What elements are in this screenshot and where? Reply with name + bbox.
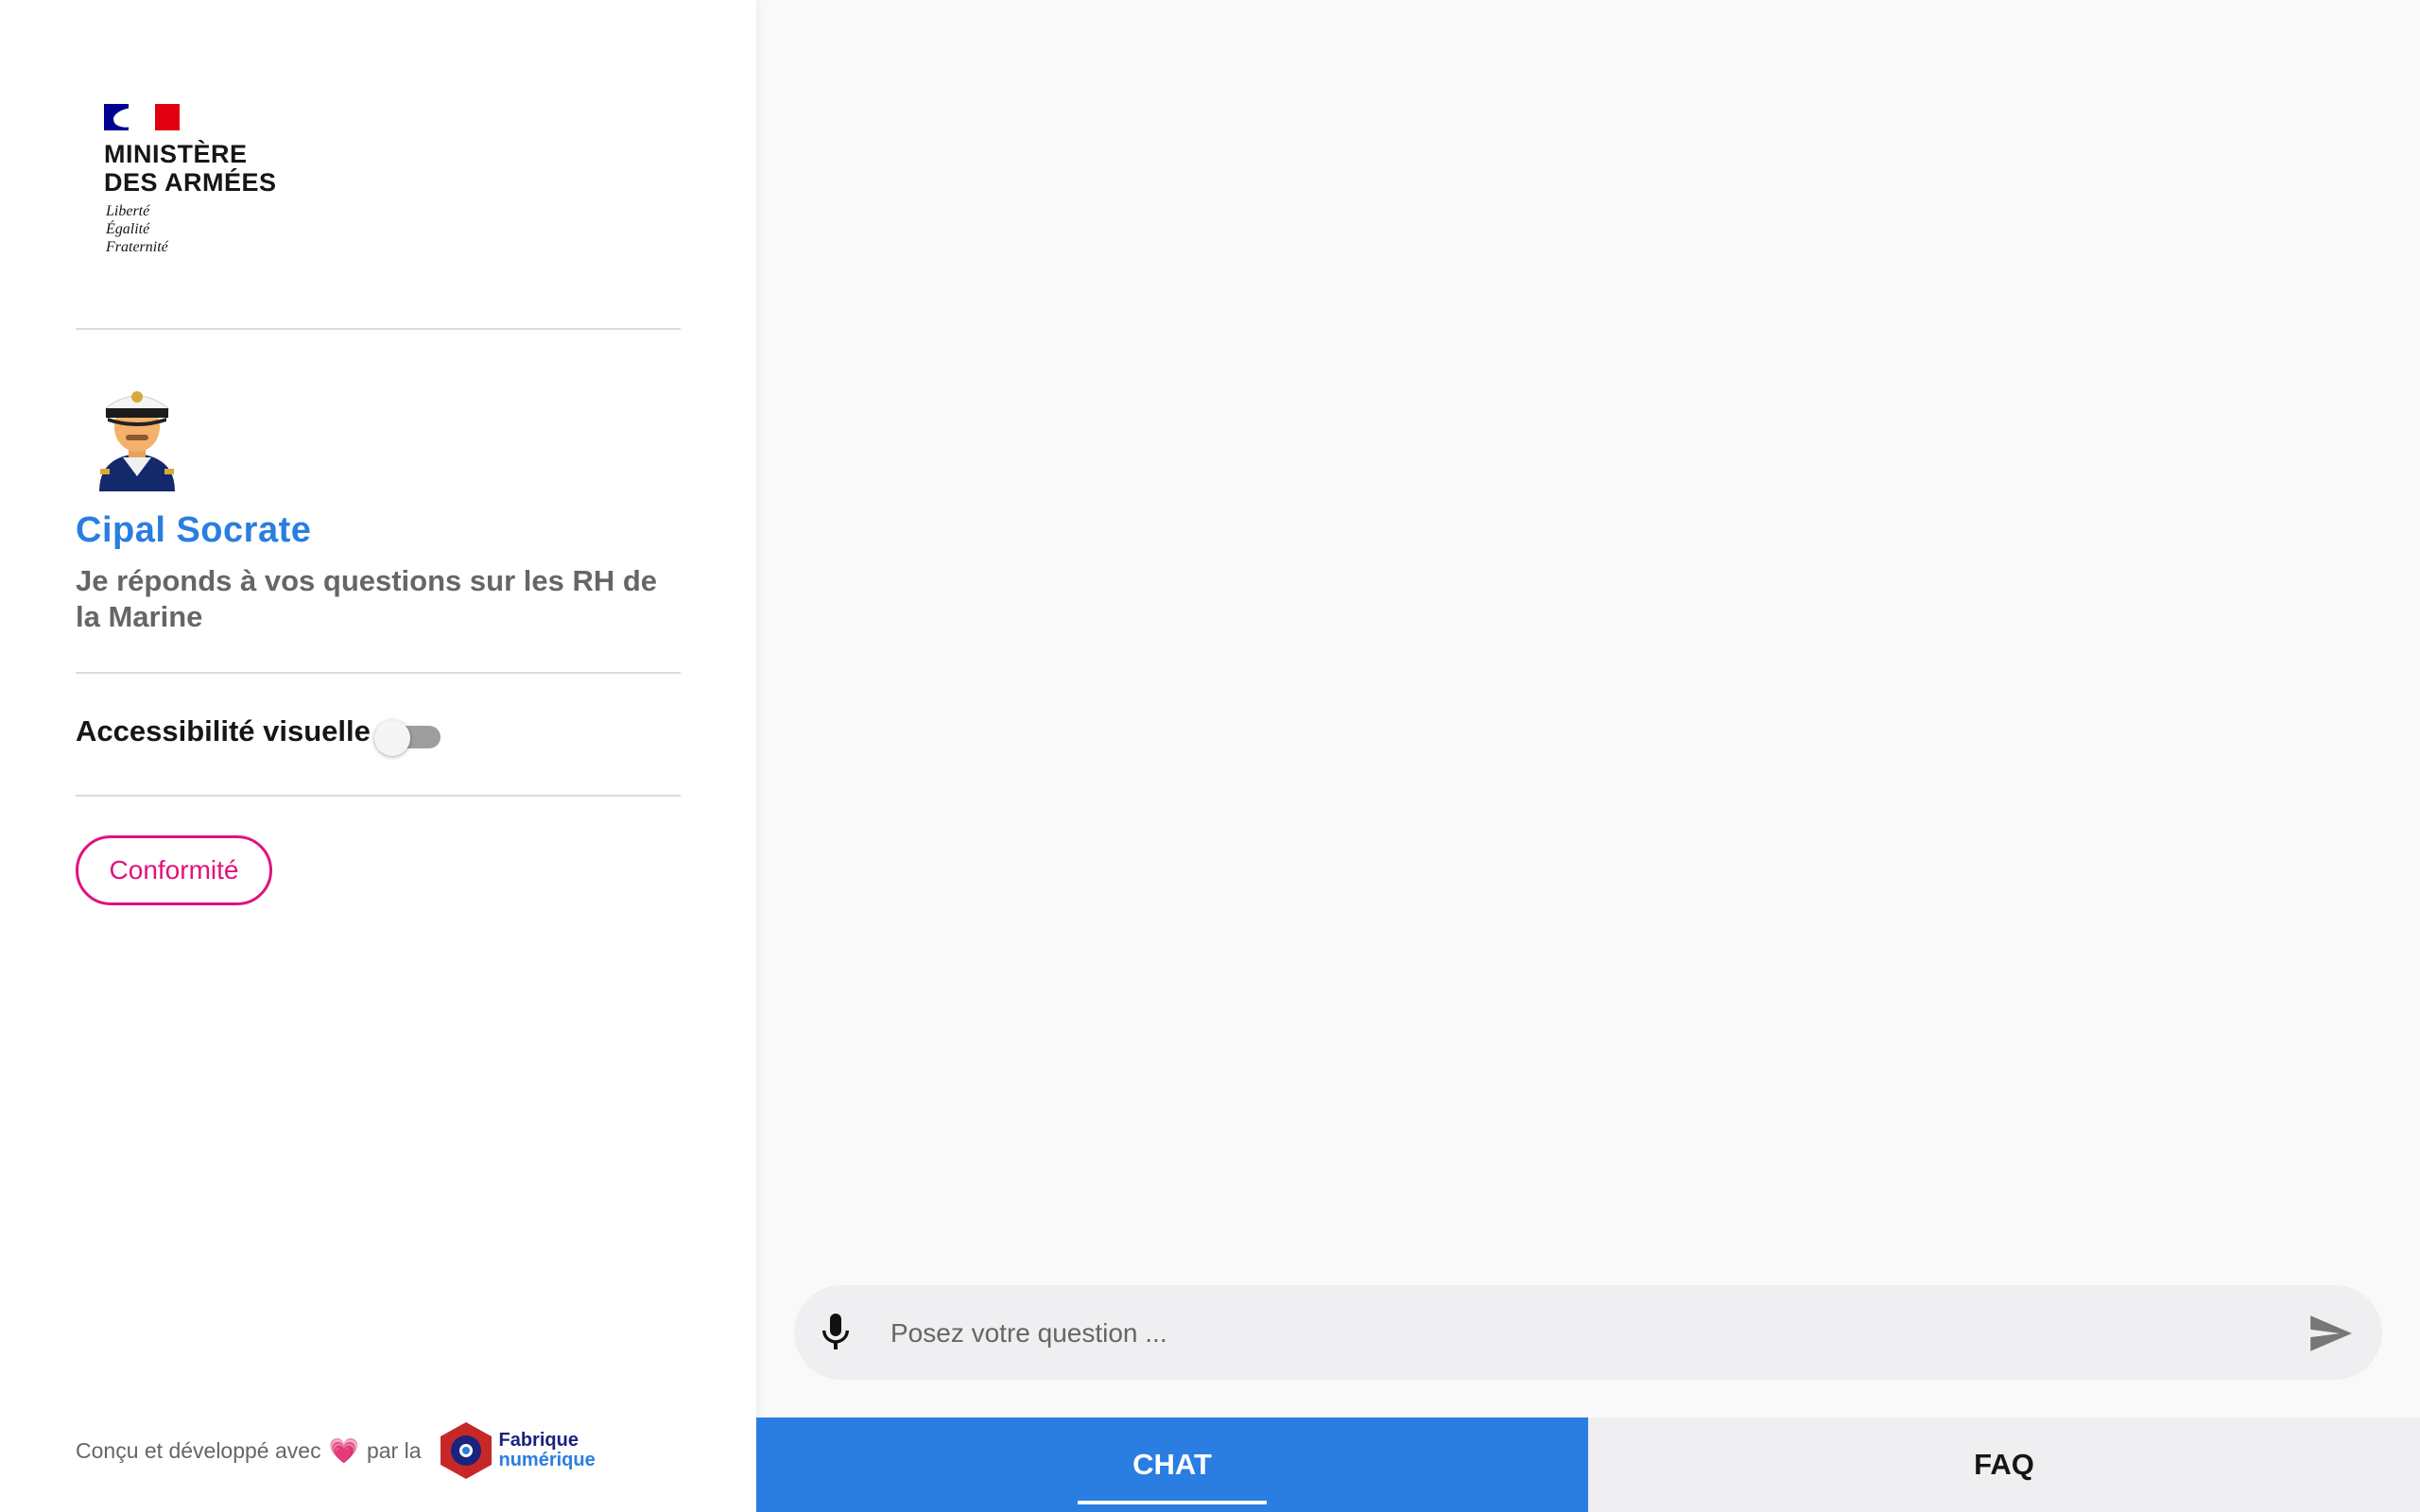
footer-text: Conçu et développé avec xyxy=(76,1437,321,1463)
message-input-bar xyxy=(794,1285,2382,1380)
sidebar: MINISTÈRE DES ARMÉES Liberté Égalité Fra… xyxy=(0,0,756,1512)
question-input[interactable] xyxy=(889,1304,2216,1363)
tab-chat-label: CHAT xyxy=(1132,1448,1212,1481)
tab-faq-label: FAQ xyxy=(1974,1448,2034,1481)
ministere-des-armees-logo: MINISTÈRE DES ARMÉES Liberté Égalité Fra… xyxy=(104,102,293,263)
bot-name: Cipal Socrate xyxy=(76,510,312,550)
send-icon[interactable] xyxy=(2307,1310,2354,1357)
toggle-knob xyxy=(374,720,410,756)
footer-text-suffix: par la xyxy=(366,1437,422,1463)
microphone-icon[interactable] xyxy=(813,1310,858,1355)
chat-messages-area xyxy=(756,0,2420,1418)
accessibility-label: Accessibilité visuelle xyxy=(76,714,371,747)
tab-chat[interactable]: CHAT xyxy=(756,1418,1588,1512)
bottom-tabs: CHAT FAQ xyxy=(756,1418,2420,1512)
conformity-button[interactable]: Conformité xyxy=(76,835,272,905)
bot-description: Je réponds à vos questions sur les RH de… xyxy=(76,564,658,633)
fabrique-numerique-logo[interactable]: Fabrique numérique xyxy=(437,1420,596,1481)
footer: Conçu et développé avec 💗 par la Fabriqu… xyxy=(76,1418,596,1484)
marianne-flag-icon xyxy=(104,104,180,130)
logo-motto: Liberté Égalité Fraternité xyxy=(106,203,168,255)
fabrique-text: Fabrique numérique xyxy=(498,1430,596,1470)
heart-icon: 💗 xyxy=(328,1435,359,1465)
divider xyxy=(76,672,681,674)
divider xyxy=(76,328,681,330)
sailor-avatar xyxy=(95,378,180,491)
fabrique-gear-icon xyxy=(440,1422,492,1479)
accessibility-toggle[interactable] xyxy=(374,720,442,756)
logo-title: MINISTÈRE DES ARMÉES xyxy=(104,140,277,197)
divider xyxy=(76,795,681,797)
active-tab-indicator xyxy=(1078,1501,1267,1504)
tab-faq[interactable]: FAQ xyxy=(1588,1418,2420,1512)
